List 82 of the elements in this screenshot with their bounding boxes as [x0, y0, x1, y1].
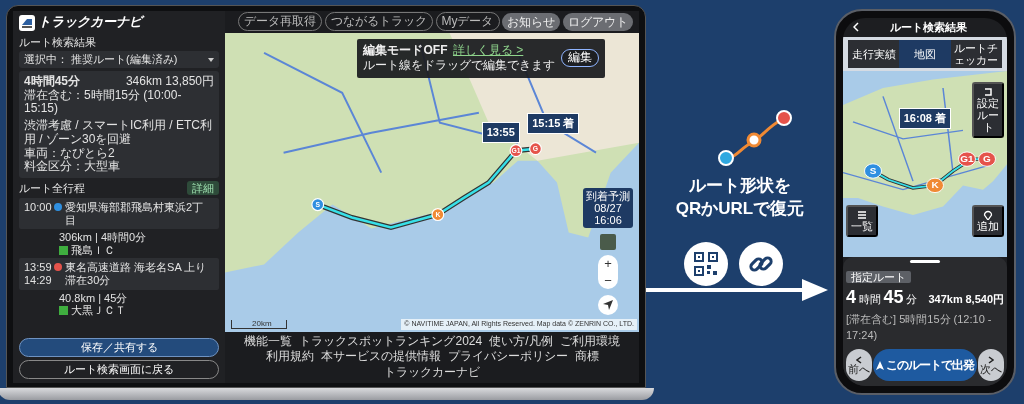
back-icon [853, 22, 859, 33]
footer-link[interactable]: トラックカーナビ [384, 364, 480, 381]
edit-hint: ルート線をドラッグで編集できます [363, 58, 556, 74]
route-duration: 4時間45分 [24, 74, 81, 89]
stay-time: [滞在含む] 5時間15分 (12:10 - 17:24) [846, 311, 993, 343]
route-conditions: 渋滞考慮 / スマートIC利用 / ETC利用 / ゾーン30を回避 [24, 118, 213, 147]
footer-link[interactable]: 商標 [574, 349, 599, 365]
route-tag: 指定ルート [846, 271, 911, 283]
interchange-name: 大黒ＪＣＴ [70, 304, 126, 318]
zoom-in-button[interactable]: + [598, 255, 618, 273]
next-button[interactable]: 次へ [978, 349, 1004, 381]
footer-link[interactable]: 本サービスの提供情報 [320, 349, 441, 365]
headline: ルート形状を QRかURLで復元 [674, 175, 806, 220]
route-distance: 347km [928, 292, 963, 308]
interchange-name: 飛島ＩＣ [70, 243, 115, 257]
interchange-icon [59, 306, 68, 316]
chevron-left-icon [856, 355, 862, 364]
hours-unit: 時間 [858, 292, 881, 308]
start-route-button[interactable]: このルートで出発 [872, 349, 978, 381]
footer-link[interactable]: 機能一覧 [244, 333, 293, 350]
route-marker: G [978, 151, 996, 167]
zoom-out-button[interactable]: − [598, 272, 618, 290]
duration-minutes: 45 [883, 288, 904, 307]
save-share-button[interactable]: 保存／共有する [19, 338, 219, 358]
route-setting-button[interactable]: 設定ルート [972, 82, 1004, 139]
caret-icon [208, 57, 214, 62]
distance-fare: 346km 13,850円 [125, 74, 214, 89]
list-icon [857, 210, 867, 221]
link-icon [739, 242, 783, 286]
stay-time: 滞在含む：5時間15分 (10:00-15:15) [24, 88, 183, 117]
map-scale: 20km [231, 319, 287, 329]
footer-link[interactable]: ご利用環境 [559, 333, 620, 350]
edit-mode-status: 編集モードOFF [363, 42, 448, 59]
vehicle-name: 車両：なぴとら2 [24, 146, 116, 160]
detail-button[interactable]: 詳細 [187, 180, 219, 196]
header-button[interactable]: お知らせ [502, 12, 561, 31]
section-title: ルート全行程 [19, 181, 85, 195]
route-marker: K [926, 177, 944, 193]
minutes-unit: 分 [906, 292, 918, 308]
footer-link[interactable]: 使い方/凡例 [489, 333, 553, 350]
footer-link[interactable]: プライバシーポリシー [447, 349, 568, 365]
navigation-icon [603, 299, 613, 310]
tab[interactable]: 走行実績 [848, 39, 900, 68]
itinerary-stop[interactable]: 13:59 14:29 東名高速道路 海老名SA 上り 滞在30分 [19, 258, 219, 290]
leg-info: 306km | 4時間0分 [59, 231, 148, 244]
section-title: ルート検索結果 [19, 36, 97, 49]
header-button[interactable]: ログアウト [563, 12, 633, 31]
fare-class: 料金区分：大型車 [24, 160, 121, 175]
route-marker: G1 [958, 151, 976, 167]
navigation-icon [875, 360, 884, 370]
interchange-icon [59, 245, 68, 255]
stop-time: 13:59 [24, 261, 52, 275]
edit-button[interactable]: 編集 [560, 49, 599, 67]
footer-link[interactable]: トラックスポットランキング2024 [299, 333, 483, 350]
list-button[interactable]: 一覧 [846, 205, 878, 238]
time-label: 15:15 着 [527, 113, 580, 134]
logo-icon [19, 14, 35, 31]
stop-time: 14:29 [24, 274, 52, 287]
previous-button[interactable]: 前へ [846, 349, 872, 381]
route-fare: 8,540円 [965, 292, 1004, 308]
tab[interactable]: ルートチェッカー [950, 39, 1002, 68]
stop-time: 10:00 [24, 200, 52, 214]
details-link[interactable]: 詳しく見る > [452, 42, 524, 59]
add-point-button[interactable]: 追加 [972, 205, 1004, 238]
screen-title: ルート検索結果 [888, 20, 968, 36]
arrival-panel: 到着予測 08/27 16:06 [583, 188, 633, 229]
itinerary-stop[interactable]: 10:00 愛知県海部郡飛島村東浜2丁目 [19, 197, 219, 230]
tab[interactable]: 地図 [899, 39, 951, 68]
leg-info: 40.8km | 45分 [59, 291, 129, 305]
chevron-right-icon [988, 355, 994, 364]
pin-icon [983, 210, 993, 221]
time-label: 13:55 [481, 122, 520, 143]
route-select[interactable]: 選択中： 推奨ルート(編集済み) [19, 51, 219, 69]
stop-name: 東名高速道路 海老名SA 上り [65, 261, 207, 275]
duration-hours: 4 [846, 288, 856, 307]
drag-handle[interactable] [910, 260, 940, 264]
route-marker: S [864, 163, 882, 179]
time-label: 16:08 着 [898, 108, 951, 129]
stay-note: 滞在30分 [65, 274, 112, 287]
stop-name: 愛知県海部郡飛島村東浜2丁目 [65, 200, 205, 227]
qr-code-icon [684, 242, 728, 286]
footer-link[interactable]: 利用規約 [265, 349, 314, 365]
